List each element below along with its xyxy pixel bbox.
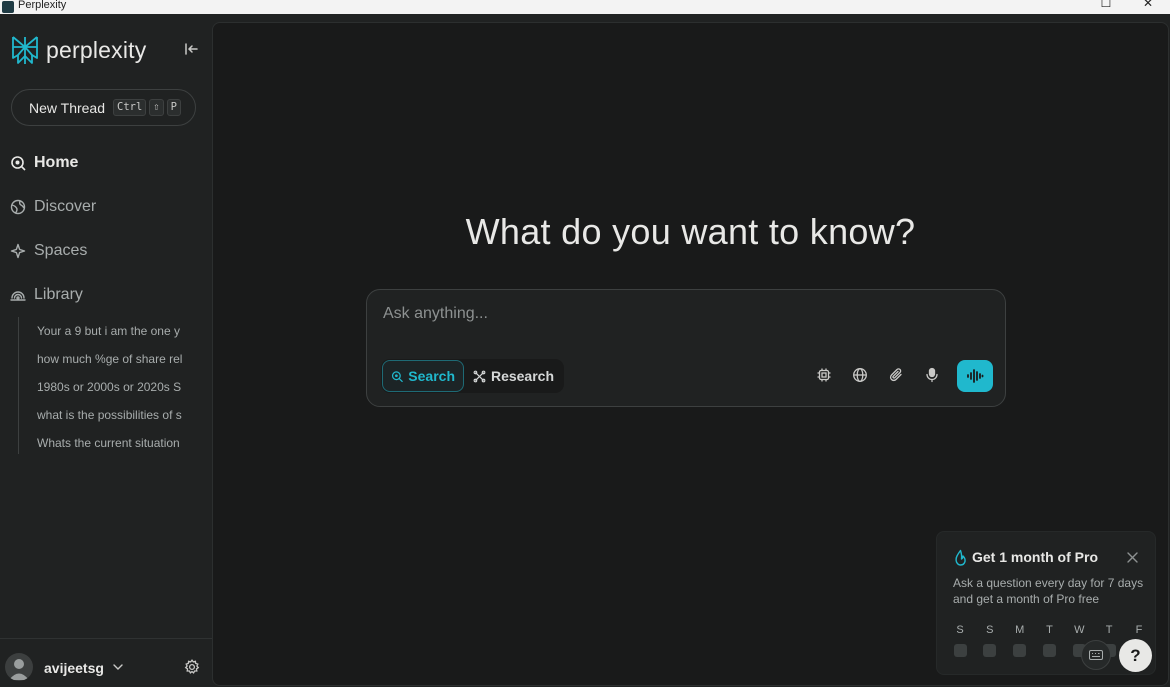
window-title: Perplexity xyxy=(18,0,67,11)
library-list: Your a 9 but i am the one y how much %ge… xyxy=(18,317,194,454)
library-item[interactable]: Whats the current situation xyxy=(19,429,194,457)
sidebar: perplexity New Thread Ctrl ⇧ P Home Disc… xyxy=(0,14,212,687)
ask-box: Search Research xyxy=(366,289,1006,407)
collapse-sidebar-icon[interactable] xyxy=(183,41,199,57)
research-mode-button[interactable]: Research xyxy=(464,360,562,392)
day-indicator xyxy=(1042,644,1056,657)
day-label: T xyxy=(1046,624,1053,636)
microphone-icon[interactable] xyxy=(924,367,940,383)
nav-home[interactable]: Home xyxy=(10,151,78,175)
day-indicator xyxy=(1013,644,1027,657)
library-item[interactable]: what is the possibilities of s xyxy=(19,401,194,429)
paperclip-icon[interactable] xyxy=(888,367,904,383)
search-mode-label: Search xyxy=(408,368,455,384)
day-label: W xyxy=(1074,624,1085,636)
app-icon xyxy=(2,1,14,13)
streak-day: S xyxy=(982,624,998,657)
search-mode-button[interactable]: Search xyxy=(382,360,464,392)
day-label: F xyxy=(1135,624,1143,636)
logo[interactable]: perplexity xyxy=(10,34,146,66)
streak-day: S xyxy=(952,624,968,657)
day-label: M xyxy=(1015,624,1025,636)
gear-icon[interactable] xyxy=(184,659,200,675)
avatar[interactable] xyxy=(5,653,33,681)
username[interactable]: avijeetsg xyxy=(44,660,104,676)
day-label: T xyxy=(1105,624,1113,636)
user-icon xyxy=(9,659,29,680)
library-item[interactable]: how much %ge of share rel xyxy=(19,345,194,373)
library-item[interactable]: Your a 9 but i am the one y xyxy=(19,317,194,345)
streak-days: S S M T W T F xyxy=(952,624,1147,657)
research-icon xyxy=(473,370,486,382)
nav-home-label: Home xyxy=(34,154,79,171)
nav-library-label: Library xyxy=(34,286,83,303)
close-button[interactable]: ✕ xyxy=(1128,0,1168,10)
shortcut-key-p: P xyxy=(166,99,181,116)
nav-spaces-label: Spaces xyxy=(34,242,88,259)
search-icon xyxy=(391,370,403,382)
day-indicator xyxy=(983,644,997,657)
day-indicator xyxy=(953,644,967,657)
promo-title: Get 1 month of Pro xyxy=(972,549,1098,565)
maximize-button[interactable]: ☐ xyxy=(1086,0,1126,10)
keyboard-shortcuts-button[interactable] xyxy=(1081,640,1111,670)
day-label: S xyxy=(986,624,994,636)
library-item[interactable]: 1980s or 2000s or 2020s S xyxy=(19,373,194,401)
nav-discover[interactable]: Discover xyxy=(10,195,96,219)
nav-discover-label: Discover xyxy=(34,198,97,215)
home-search-icon xyxy=(11,156,26,171)
nav-library[interactable]: Library xyxy=(10,283,83,307)
help-button[interactable]: ? xyxy=(1119,639,1152,672)
voice-mode-button[interactable] xyxy=(957,360,993,392)
close-icon[interactable] xyxy=(1126,551,1139,564)
streak-day: T xyxy=(1041,624,1057,657)
research-mode-label: Research xyxy=(490,368,554,384)
globe-icon xyxy=(10,199,26,215)
flame-icon xyxy=(955,549,966,566)
sparkle-icon xyxy=(10,243,26,259)
promo-description: Ask a question every day for 7 days and … xyxy=(953,576,1144,606)
keyboard-icon xyxy=(1089,650,1103,660)
voice-wave-icon xyxy=(967,369,984,383)
globe-icon[interactable] xyxy=(852,367,868,383)
streak-day: M xyxy=(1012,624,1028,657)
day-label: S xyxy=(956,624,964,636)
model-chip-icon[interactable] xyxy=(816,367,832,383)
new-thread-label: New Thread xyxy=(29,99,106,116)
shortcut-key-shift: ⇧ xyxy=(149,99,164,116)
shortcut-key-ctrl: Ctrl xyxy=(113,99,147,116)
ask-input[interactable] xyxy=(383,302,983,326)
page-title: What do you want to know? xyxy=(465,211,916,252)
library-icon xyxy=(10,291,26,301)
perplexity-logo-icon xyxy=(12,36,38,64)
window-titlebar: Perplexity ☐ ✕ xyxy=(0,0,1170,14)
nav-spaces[interactable]: Spaces xyxy=(10,239,87,263)
logo-text: perplexity xyxy=(46,36,147,63)
new-thread-button[interactable]: New Thread Ctrl ⇧ P xyxy=(11,89,196,126)
mode-toggle: Search Research xyxy=(381,359,564,393)
chevron-down-icon[interactable] xyxy=(112,661,124,673)
user-bar: avijeetsg xyxy=(0,638,212,687)
